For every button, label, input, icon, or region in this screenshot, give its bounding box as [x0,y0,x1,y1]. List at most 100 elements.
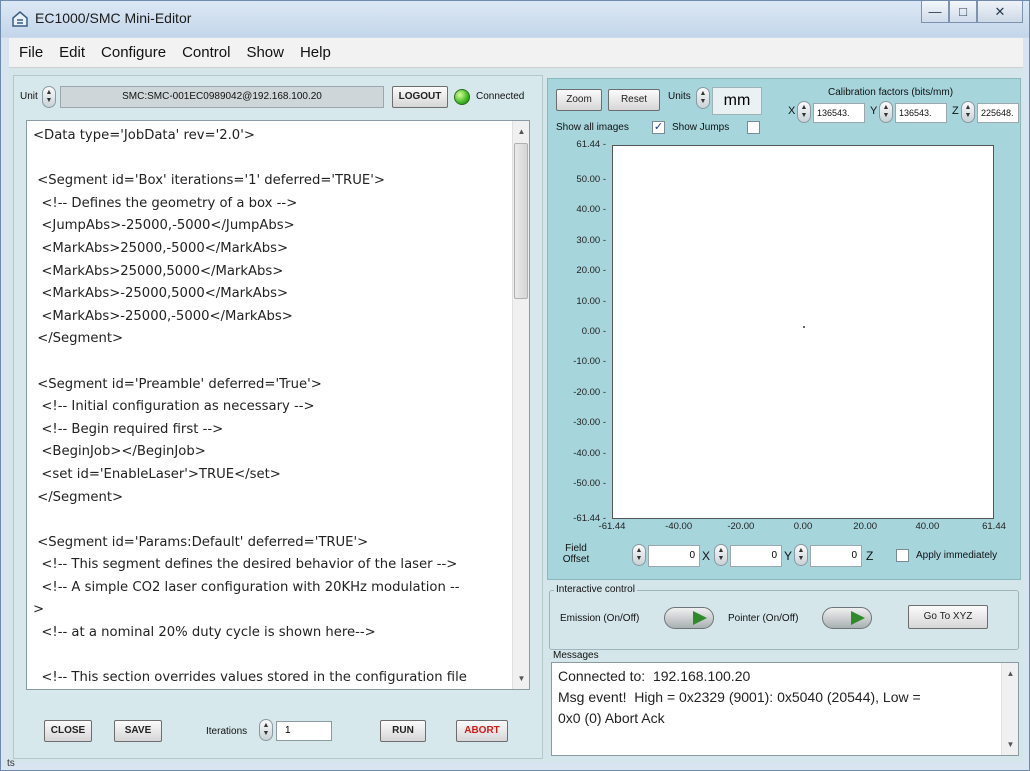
iterations-spinner[interactable]: ▲ ▼ [259,719,273,741]
unit-label: Unit [20,91,38,102]
zoom-button[interactable]: Zoom [556,89,602,111]
offset-y-spinner[interactable]: ▲ ▼ [714,544,728,566]
calib-z-spinner[interactable]: ▲ ▼ [961,101,975,123]
editor-line[interactable]: <!-- This segment defines the desired be… [33,554,513,577]
offset-z-input[interactable]: 0 [810,545,862,567]
editor-line[interactable]: <!-- at a nominal 20% duty cycle is show… [33,622,513,645]
toggle-arrow-icon [693,611,707,625]
editor-line[interactable]: <MarkAbs>-25000,-5000</MarkAbs> [33,306,513,329]
menu-bar: File Edit Configure Control Show Help [9,38,1023,68]
show-jumps-checkbox[interactable] [747,121,760,134]
show-jumps-label: Show Jumps [672,122,730,133]
connection-led-icon [454,89,470,105]
units-spinner[interactable]: ▲ ▼ [696,87,710,109]
y-tick-label: -50.00 - [573,478,606,490]
editor-line[interactable]: <Segment id='Preamble' deferred='True'> [33,374,513,397]
editor-line[interactable]: <BeginJob></BeginJob> [33,441,513,464]
unit-spinner[interactable]: ▲ ▼ [42,86,56,108]
unit-select[interactable]: SMC:SMC-001EC0989042@192.168.100.20 [60,86,384,108]
spinner-down-icon: ▼ [262,730,270,737]
editor-line[interactable]: <JumpAbs>-25000,-5000</JumpAbs> [33,215,513,238]
maximize-button[interactable]: □ [949,1,977,23]
editor-line[interactable]: <!-- Initial configuration as necessary … [33,396,513,419]
editor-line[interactable]: </Segment> [33,328,513,351]
editor-line[interactable] [33,351,513,374]
units-value[interactable]: mm [712,87,762,115]
spinner-down-icon: ▼ [717,555,725,562]
close-window-button[interactable]: ✕ [977,1,1023,23]
spinner-up-icon: ▲ [635,547,643,554]
reset-button[interactable]: Reset [608,89,660,111]
editor-line[interactable]: <set id='EnableLaser'>TRUE</set> [33,464,513,487]
editor-line[interactable] [33,645,513,668]
calib-y-input[interactable]: 136543. [895,103,947,123]
y-tick-label: 40.00 - [576,204,606,216]
minimize-button[interactable]: — [921,1,949,23]
show-all-images-checkbox[interactable]: ✓ [652,121,665,134]
menu-edit[interactable]: Edit [51,38,93,68]
calib-x-spinner[interactable]: ▲ ▼ [797,101,811,123]
spinner-up-icon: ▲ [45,89,53,96]
connection-status: Connected [476,91,525,102]
editor-text[interactable]: <Data type='JobData' rev='2.0'> <Segment… [33,125,513,689]
offset-z-spinner[interactable]: ▲ ▼ [794,544,808,566]
menu-file[interactable]: File [11,38,51,68]
xml-editor[interactable]: <Data type='JobData' rev='2.0'> <Segment… [26,120,530,690]
apply-immediately-checkbox[interactable] [896,549,909,562]
editor-line[interactable]: <Data type='JobData' rev='2.0'> [33,125,513,148]
x-tick-label: -40.00 [665,521,693,532]
messages-scrollbar[interactable]: ▲ ▼ [1001,663,1018,755]
close-button[interactable]: CLOSE [44,720,92,742]
editor-line[interactable]: <MarkAbs>25000,5000</MarkAbs> [33,261,513,284]
scroll-down-icon[interactable]: ▼ [1002,736,1018,753]
menu-show[interactable]: Show [238,38,292,68]
main-content: Unit ▲ ▼ SMC:SMC-001EC0989042@192.168.100… [7,68,1023,769]
editor-line[interactable]: <!-- Defines the geometry of a box --> [33,193,513,216]
x-tick-label: 40.00 [915,521,940,532]
iterations-input[interactable]: 1 [276,721,332,741]
toggle-arrow-icon [851,611,865,625]
messages-box[interactable]: Connected to: 192.168.100.20 Msg event! … [551,662,1019,756]
origin-marker [803,326,805,328]
spinner-down-icon: ▼ [45,97,53,104]
editor-line[interactable]: <Segment id='Params:Default' deferred='T… [33,532,513,555]
scroll-thumb[interactable] [514,143,528,299]
menu-help[interactable]: Help [292,38,339,68]
pointer-toggle[interactable] [822,607,872,629]
field-offset-label: Field Offset [556,543,596,565]
editor-line[interactable]: <!-- Begin required first --> [33,419,513,442]
emission-toggle[interactable] [664,607,714,629]
emission-label: Emission (On/Off) [560,613,640,624]
editor-line[interactable]: > [33,599,513,622]
editor-line[interactable] [33,148,513,171]
editor-line[interactable]: <MarkAbs>-25000,5000</MarkAbs> [33,283,513,306]
calib-x-input[interactable]: 136543. [813,103,865,123]
offset-y-input[interactable]: 0 [730,545,782,567]
menu-control[interactable]: Control [174,38,238,68]
scroll-down-icon[interactable]: ▼ [513,670,529,687]
editor-scrollbar[interactable]: ▲ ▼ [512,121,529,689]
save-button[interactable]: SAVE [114,720,162,742]
scroll-up-icon[interactable]: ▲ [513,123,529,140]
abort-button[interactable]: ABORT [456,720,508,742]
calib-z-input[interactable]: 225648. [977,103,1019,123]
spinner-up-icon: ▲ [800,104,808,111]
window-title: EC1000/SMC Mini-Editor [35,10,192,26]
editor-line[interactable]: </Segment> [33,487,513,510]
plot-area[interactable] [612,145,994,519]
offset-y-letter: Y [784,549,793,563]
menu-configure[interactable]: Configure [93,38,174,68]
editor-line[interactable]: <Segment id='Box' iterations='1' deferre… [33,170,513,193]
editor-line[interactable]: <!-- This section overrides values store… [33,667,513,689]
editor-line[interactable] [33,509,513,532]
logout-button[interactable]: LOGOUT [392,86,448,108]
offset-x-input[interactable]: 0 [648,545,700,567]
go-to-xyz-button[interactable]: Go To XYZ [908,605,988,629]
run-button[interactable]: RUN [380,720,426,742]
calib-y-spinner[interactable]: ▲ ▼ [879,101,893,123]
offset-x-spinner[interactable]: ▲ ▼ [632,544,646,566]
scroll-up-icon[interactable]: ▲ [1002,665,1018,682]
editor-line[interactable]: <MarkAbs>25000,-5000</MarkAbs> [33,238,513,261]
editor-line[interactable]: <!-- A simple CO2 laser configuration wi… [33,577,513,600]
title-bar[interactable]: EC1000/SMC Mini-Editor — □ ✕ [1,1,1029,37]
